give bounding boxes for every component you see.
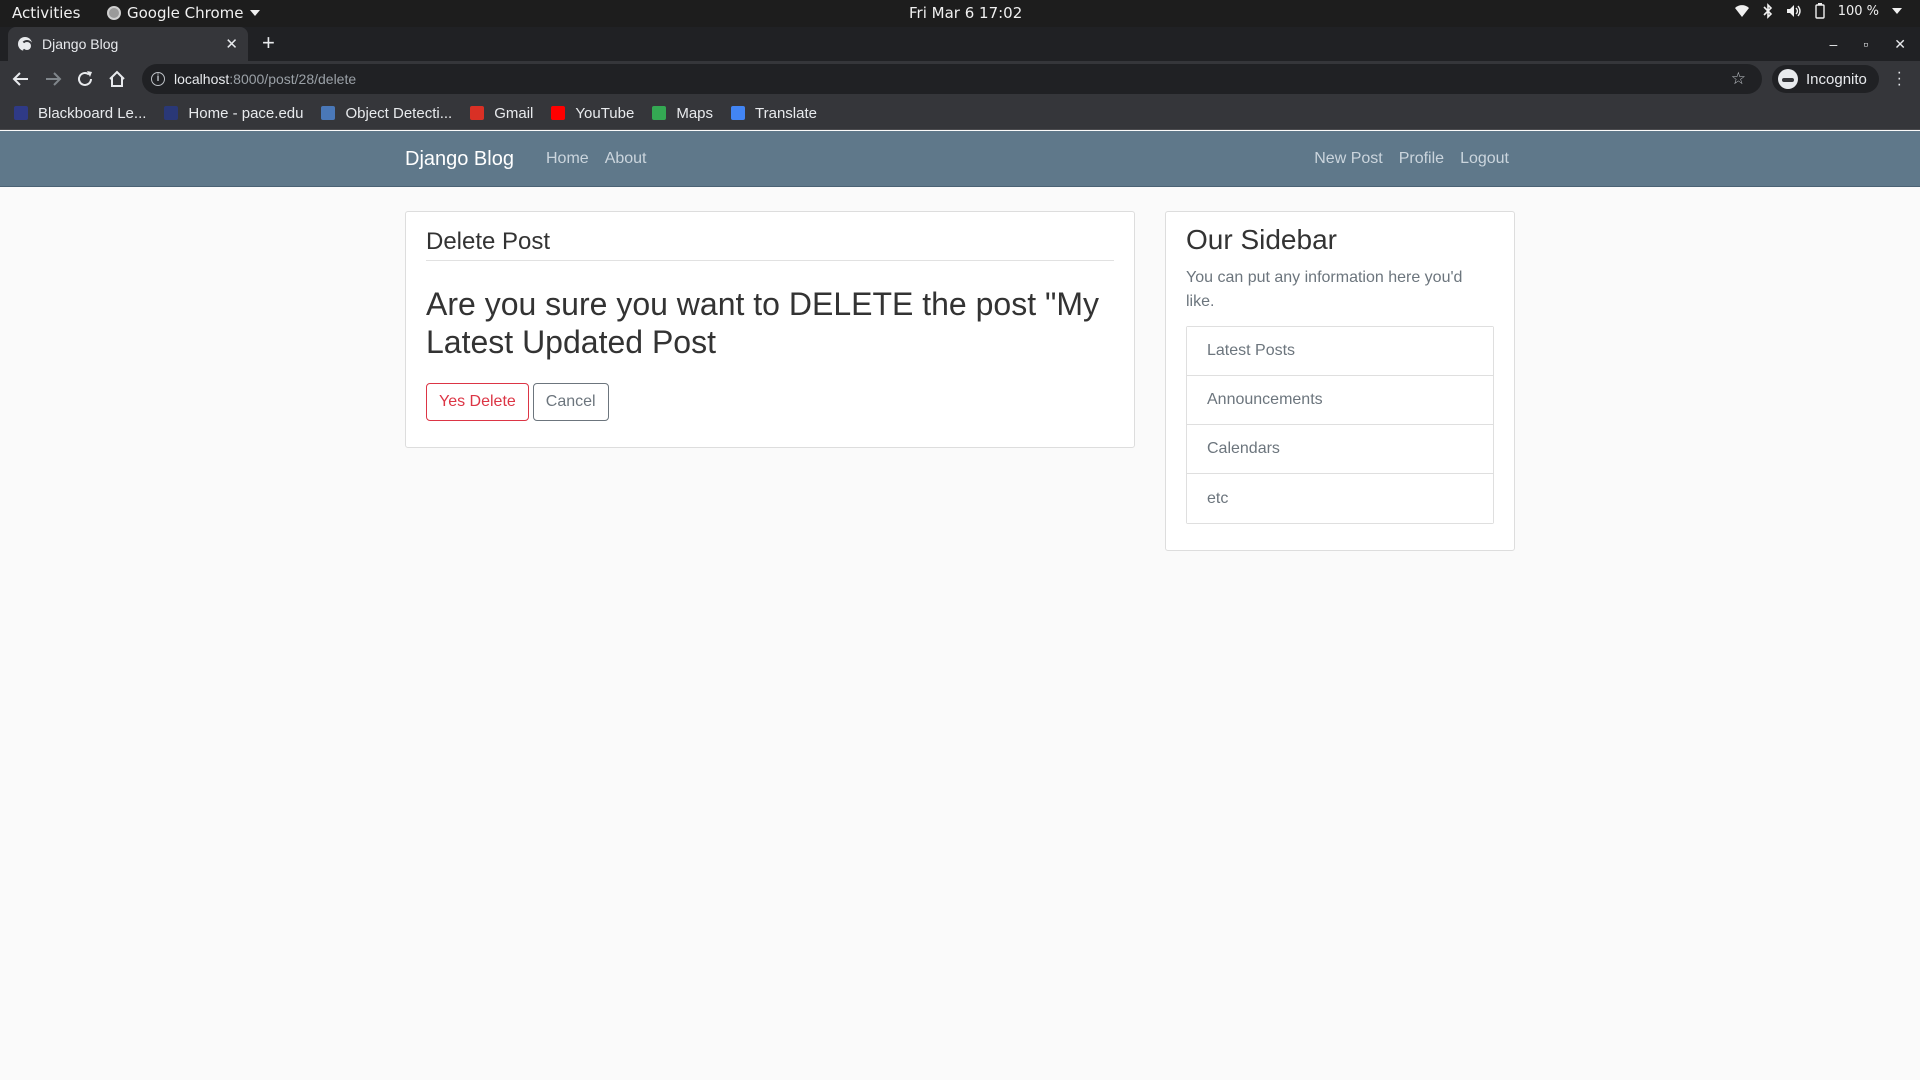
site-navbar: Django Blog Home About New Post Profile …	[0, 131, 1920, 187]
bookmark-item[interactable]: Translate	[731, 105, 817, 122]
system-tray[interactable]: 100 %	[1734, 3, 1902, 19]
bookmark-label: Maps	[676, 104, 714, 122]
nav-home-link[interactable]: Home	[546, 150, 589, 168]
tab-title: Django Blog	[42, 36, 119, 52]
nav-right: New Post Profile Logout	[1314, 150, 1509, 168]
cancel-button[interactable]: Cancel	[532, 383, 609, 421]
bookmark-label: Gmail	[494, 104, 534, 122]
maximize-button[interactable]: ▫	[1863, 36, 1868, 52]
os-top-bar: Activities Google Chrome Fri Mar 6 17:02…	[0, 0, 1920, 27]
chrome-icon	[107, 6, 121, 20]
bookmark-item[interactable]: Maps	[652, 105, 713, 122]
reload-icon[interactable]	[74, 68, 96, 90]
nav-profile-link[interactable]: Profile	[1399, 150, 1444, 168]
translate-icon	[731, 106, 746, 120]
app-menu[interactable]: Google Chrome	[107, 4, 260, 22]
clock[interactable]: Fri Mar 6 17:02	[909, 4, 1022, 22]
maps-icon	[652, 106, 667, 120]
yes-delete-button[interactable]: Yes Delete	[426, 383, 529, 421]
site-brand-link[interactable]: Django Blog	[405, 148, 514, 171]
app-menu-label: Google Chrome	[127, 4, 244, 22]
bookmark-item[interactable]: Blackboard Le...	[14, 105, 146, 122]
url-path: :8000/post/28/delete	[229, 71, 357, 87]
url-host: localhost	[174, 71, 230, 87]
nav-left: Home About	[546, 150, 647, 168]
home-icon[interactable]	[106, 68, 128, 90]
sidebar-description: You can put any information here you'd l…	[1186, 269, 1463, 310]
back-icon[interactable]	[10, 68, 32, 90]
globe-icon	[18, 37, 33, 52]
volume-icon	[1786, 5, 1801, 17]
browser-menu-icon[interactable]: · · ·	[1897, 65, 1902, 93]
bluetooth-icon	[1763, 3, 1772, 19]
incognito-icon	[1778, 69, 1798, 89]
sidebar-item-etc[interactable]: etc	[1187, 474, 1493, 523]
sidebar-card: Our Sidebar You can put any information …	[1165, 211, 1515, 551]
site-info-icon[interactable]: i	[151, 72, 165, 86]
forward-icon[interactable]	[42, 68, 64, 90]
tab-strip: Django Blog ✕ + – ▫ ✕	[0, 27, 1920, 61]
close-tab-icon[interactable]: ✕	[225, 35, 238, 53]
window-controls: – ▫ ✕	[1830, 27, 1920, 61]
minimize-button[interactable]: –	[1830, 36, 1838, 52]
bookmark-label: Translate	[755, 104, 817, 122]
sidebar-item-calendars[interactable]: Calendars	[1187, 425, 1493, 474]
caret-down-icon	[249, 10, 260, 16]
bookmark-label: YouTube	[575, 104, 635, 122]
gmail-icon	[470, 106, 485, 120]
bookmark-item[interactable]: YouTube	[551, 105, 634, 122]
doc-icon	[321, 106, 336, 120]
sidebar-title: Our Sidebar	[1186, 224, 1337, 255]
sidebar-item-latest-posts[interactable]: Latest Posts	[1187, 327, 1493, 376]
nav-new-post-link[interactable]: New Post	[1314, 150, 1382, 168]
wifi-icon	[1734, 5, 1749, 17]
bookmark-star-icon[interactable]: ☆	[1731, 69, 1746, 89]
address-bar[interactable]: i localhost:8000/post/28/delete ☆	[142, 64, 1762, 94]
youtube-icon	[551, 106, 566, 120]
battery-percent: 100 %	[1837, 3, 1879, 19]
close-window-button[interactable]: ✕	[1894, 36, 1906, 53]
incognito-profile-button[interactable]: Incognito	[1772, 65, 1879, 93]
bookmark-item[interactable]: Object Detecti...	[321, 105, 452, 122]
tab-django-blog[interactable]: Django Blog ✕	[8, 27, 248, 61]
delete-post-card: Delete Post Are you sure you want to DEL…	[405, 211, 1135, 448]
caret-down-icon	[1892, 8, 1902, 14]
delete-post-heading: Delete Post	[426, 228, 1114, 261]
bookmarks-bar: Blackboard Le... Home - pace.edu Object De…	[0, 97, 1920, 130]
sidebar-list: Latest Posts Announcements Calendars etc	[1186, 326, 1494, 524]
bookmark-item[interactable]: Gmail	[470, 105, 533, 122]
battery-icon	[1814, 3, 1825, 19]
form-actions: Yes Delete Cancel	[426, 383, 1114, 421]
browser-toolbar: i localhost:8000/post/28/delete ☆ Incogn…	[0, 61, 1920, 97]
bookmark-item[interactable]: Home - pace.edu	[164, 105, 303, 122]
profile-label: Incognito	[1806, 70, 1867, 88]
pace-icon	[164, 106, 179, 120]
delete-confirmation-text: Are you sure you want to DELETE the post…	[426, 286, 1099, 360]
sidebar-item-announcements[interactable]: Announcements	[1187, 376, 1493, 425]
blackboard-icon	[14, 106, 28, 120]
new-tab-button[interactable]: +	[262, 30, 275, 56]
nav-about-link[interactable]: About	[605, 150, 647, 168]
nav-logout-link[interactable]: Logout	[1460, 150, 1509, 168]
bookmark-label: Home - pace.edu	[188, 104, 304, 122]
bookmark-label: Blackboard Le...	[38, 104, 147, 122]
activities-button[interactable]: Activities	[12, 4, 80, 22]
bookmark-label: Object Detecti...	[345, 104, 453, 122]
